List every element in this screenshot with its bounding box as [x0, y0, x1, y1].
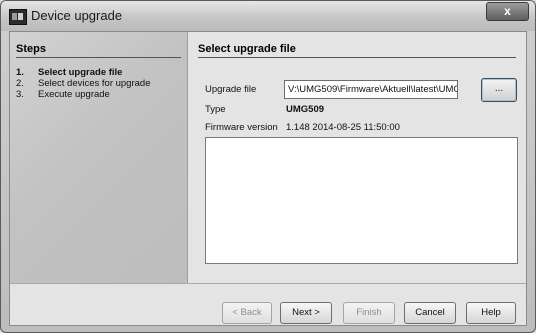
device-upgrade-window: Device upgrade x Steps 1. Select upgrade … [0, 0, 536, 333]
steps-header: Steps [16, 43, 46, 55]
upgrade-details-textarea[interactable] [205, 137, 518, 264]
step-number: 2. [16, 78, 24, 89]
step-item-execute-upgrade: 3. Execute upgrade [16, 89, 150, 100]
step-item-select-devices: 2. Select devices for upgrade [16, 78, 150, 89]
type-label: Type [205, 104, 226, 115]
help-button[interactable]: Help [466, 302, 516, 324]
steps-panel: Steps 1. Select upgrade file 2. Select dev… [10, 32, 188, 283]
main-panel: Select upgrade file Upgrade file V:\UMG5… [188, 32, 526, 283]
step-number: 3. [16, 89, 24, 100]
header-divider [198, 57, 516, 58]
app-icon [9, 9, 27, 25]
title-bar: Device upgrade x [1, 1, 535, 31]
type-value: UMG509 [286, 104, 325, 115]
step-label: Execute upgrade [38, 89, 110, 100]
wizard-body: Steps 1. Select upgrade file 2. Select dev… [9, 31, 527, 326]
step-label: Select devices for upgrade [38, 78, 151, 89]
step-item-select-upgrade-file: 1. Select upgrade file [16, 67, 150, 78]
step-number: 1. [16, 67, 24, 78]
step-label: Select upgrade file [38, 67, 123, 78]
steps-list: 1. Select upgrade file 2. Select devices f… [16, 67, 150, 100]
upgrade-file-label: Upgrade file [205, 84, 257, 95]
browse-button[interactable]: ... [481, 78, 517, 102]
next-button[interactable]: Next > [280, 302, 332, 324]
page-title: Select upgrade file [198, 43, 296, 55]
firmware-version-label: Firmware version [205, 122, 278, 133]
footer-divider [10, 283, 526, 284]
finish-button[interactable]: Finish [343, 302, 395, 324]
cancel-button[interactable]: Cancel [404, 302, 456, 324]
back-button[interactable]: < Back [222, 302, 272, 324]
steps-divider [16, 57, 181, 58]
window-title: Device upgrade [31, 8, 123, 23]
upgrade-file-field[interactable]: V:\UMG509\Firmware\Aktuell\latest\UMG [284, 80, 458, 99]
firmware-version-value: 1.148 2014-08-25 11:50:00 [286, 122, 400, 133]
close-button[interactable]: x [486, 2, 529, 21]
